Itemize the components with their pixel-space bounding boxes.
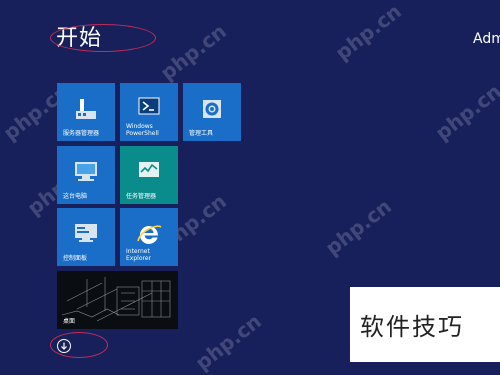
tile-label: 这台电脑 — [63, 193, 88, 200]
highlight-ellipse — [50, 332, 108, 358]
tile-label: 桌面 — [63, 318, 76, 325]
tile-label: 管理工具 — [189, 130, 214, 137]
tile-label: 任务管理器 — [126, 193, 157, 200]
tile-label: Internet Explorer — [126, 248, 151, 262]
watermark: php.cn — [330, 0, 406, 66]
computer-icon — [72, 160, 100, 188]
tile-label: Windows PowerShell — [126, 123, 159, 137]
tile-server-manager[interactable]: 服务器管理器 — [57, 83, 115, 141]
tile-label: 服务器管理器 — [63, 130, 100, 137]
tile-label: 控制面板 — [63, 255, 88, 262]
control-panel-icon — [73, 222, 99, 248]
tile-powershell[interactable]: Windows PowerShell — [120, 83, 178, 141]
tile-desktop[interactable]: 桌面 — [57, 271, 178, 329]
user-name[interactable]: Admi — [473, 31, 500, 47]
corner-badge-text: 软件技巧 — [360, 313, 464, 341]
task-manager-icon — [137, 160, 161, 184]
tile-control-panel[interactable]: 控制面板 — [57, 208, 115, 266]
highlight-ellipse — [50, 24, 156, 52]
tile-computer[interactable]: 这台电脑 — [57, 146, 115, 204]
watermark: php.cn — [320, 193, 396, 261]
tile-admin-tools[interactable]: 管理工具 — [183, 83, 241, 141]
watermark: php.cn — [190, 308, 266, 375]
server-manager-icon — [73, 97, 99, 127]
admin-tools-icon — [200, 97, 224, 125]
tile-task-manager[interactable]: 任务管理器 — [120, 146, 178, 204]
tile-internet-explorer[interactable]: Internet Explorer — [120, 208, 178, 266]
watermark: php.cn — [430, 78, 500, 146]
powershell-icon — [138, 97, 160, 121]
watermark: php.cn — [155, 18, 231, 86]
